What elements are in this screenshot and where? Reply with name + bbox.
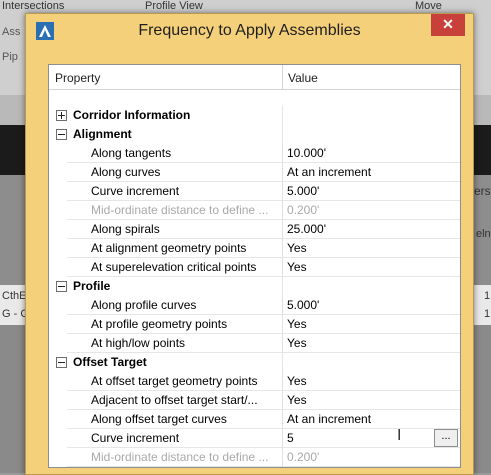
property-row-high-low-points[interactable]: At high/low points Yes — [49, 333, 460, 353]
property-value[interactable]: Yes — [287, 393, 307, 407]
right-cut-label-4: 1 — [484, 308, 491, 320]
collapse-minus-icon[interactable] — [56, 281, 67, 292]
property-row-offset-target-geometry-points[interactable]: At offset target geometry points Yes — [49, 371, 460, 391]
ribbon-intersections[interactable]: Intersections — [2, 0, 64, 12]
property-value: 0.200' — [287, 450, 320, 464]
category-label: Alignment — [73, 127, 132, 141]
category-label: Corridor Information — [73, 108, 191, 122]
property-value[interactable]: Yes — [287, 260, 307, 274]
column-separator[interactable] — [282, 65, 283, 89]
curve-increment-input[interactable] — [285, 429, 434, 447]
property-label: At alignment geometry points — [91, 241, 247, 255]
property-row-along-offset-target-curves[interactable]: Along offset target curves At an increme… — [49, 409, 460, 429]
property-row-profile-geometry-points[interactable]: At profile geometry points Yes — [49, 314, 460, 334]
property-row-along-curves[interactable]: Along curves At an increment — [49, 162, 460, 182]
property-value[interactable]: At an increment — [287, 165, 371, 179]
property-value: 0.200' — [287, 203, 320, 217]
property-row-superelevation-critical-points[interactable]: At superelevation critical points Yes — [49, 257, 460, 277]
property-label: At profile geometry points — [91, 317, 228, 331]
property-label: Adjacent to offset target start/... — [91, 393, 258, 407]
right-cut-label-2: eln — [476, 228, 491, 240]
property-value[interactable]: 25.000' — [287, 222, 326, 236]
property-label: At high/low points — [91, 336, 186, 350]
category-corridor-information[interactable]: Corridor Information — [49, 105, 460, 124]
property-row-offset-curve-increment[interactable]: Curve increment I ... — [49, 427, 460, 448]
property-value[interactable]: 10.000' — [287, 146, 326, 160]
category-label: Profile — [73, 279, 111, 293]
collapse-minus-icon[interactable] — [56, 129, 67, 140]
category-offset-target[interactable]: Offset Target — [49, 352, 460, 371]
property-row-adjacent-offset-target-start[interactable]: Adjacent to offset target start/... Yes — [49, 390, 460, 410]
property-value[interactable]: Yes — [287, 336, 307, 350]
property-value[interactable]: 5.000' — [287, 184, 319, 198]
right-cut-label-3: 1 — [484, 290, 491, 302]
property-row-curve-increment[interactable]: Curve increment 5.000' — [49, 181, 460, 201]
ribbon-profile-view[interactable]: Profile View — [145, 0, 203, 12]
property-row-mid-ordinate-distance: Mid-ordinate distance to define ... 0.20… — [49, 200, 460, 220]
column-header-property[interactable]: Property — [55, 71, 100, 85]
property-value[interactable]: At an increment — [287, 412, 371, 426]
category-alignment[interactable]: Alignment — [49, 124, 460, 143]
property-label: Along curves — [91, 165, 161, 179]
property-row-alignment-geometry-points[interactable]: At alignment geometry points Yes — [49, 238, 460, 258]
category-profile[interactable]: Profile — [49, 276, 460, 295]
column-header-value[interactable]: Value — [288, 71, 318, 85]
text-cursor-icon: I — [397, 427, 402, 444]
property-label: At superelevation critical points — [91, 260, 257, 274]
frequency-dialog: Frequency to Apply Assemblies ✕ Property… — [25, 13, 474, 475]
grid-header: Property Value — [49, 65, 460, 90]
property-grid: Property Value Corridor Information Alig… — [48, 64, 461, 468]
property-row-along-spirals[interactable]: Along spirals 25.000' — [49, 219, 460, 239]
right-cut-label-1: ers — [474, 184, 491, 198]
list-text-1: CthE — [2, 290, 27, 302]
ribbon-move[interactable]: Move — [415, 0, 442, 12]
ribbon-assembly-label[interactable]: Ass — [2, 26, 20, 38]
category-label: Offset Target — [73, 355, 147, 369]
property-label: Along tangents — [91, 146, 172, 160]
dialog-title: Frequency to Apply Assemblies — [138, 22, 361, 39]
property-label: Mid-ordinate distance to define ... — [91, 450, 269, 464]
property-value[interactable]: Yes — [287, 241, 307, 255]
category-value-cell — [282, 352, 461, 371]
property-row-along-profile-curves[interactable]: Along profile curves 5.000' — [49, 295, 460, 315]
property-label: At offset target geometry points — [91, 374, 258, 388]
category-value-cell — [282, 276, 461, 295]
property-row-along-tangents[interactable]: Along tangents 10.000' — [49, 143, 460, 163]
category-value-cell — [282, 105, 461, 124]
property-value[interactable]: 5.000' — [287, 298, 319, 312]
property-row-offset-mid-ordinate-distance: Mid-ordinate distance to define ... 0.20… — [49, 447, 460, 467]
ribbon-pipe-label[interactable]: Pip — [2, 51, 18, 63]
expand-plus-icon[interactable] — [56, 110, 67, 121]
category-value-cell — [282, 124, 461, 143]
property-value[interactable]: Yes — [287, 374, 307, 388]
property-label: Along spirals — [91, 222, 160, 236]
collapse-minus-icon[interactable] — [56, 357, 67, 368]
property-label: Along offset target curves — [91, 412, 227, 426]
property-label: Curve increment — [91, 184, 180, 198]
ellipsis-button[interactable]: ... — [434, 429, 458, 447]
property-label: Along profile curves — [91, 298, 197, 312]
property-value[interactable]: Yes — [287, 317, 307, 331]
property-label: Curve increment — [91, 431, 180, 445]
close-button[interactable]: ✕ — [431, 14, 465, 36]
dialog-titlebar[interactable]: Frequency to Apply Assemblies ✕ — [26, 14, 473, 48]
property-label: Mid-ordinate distance to define ... — [91, 203, 269, 217]
